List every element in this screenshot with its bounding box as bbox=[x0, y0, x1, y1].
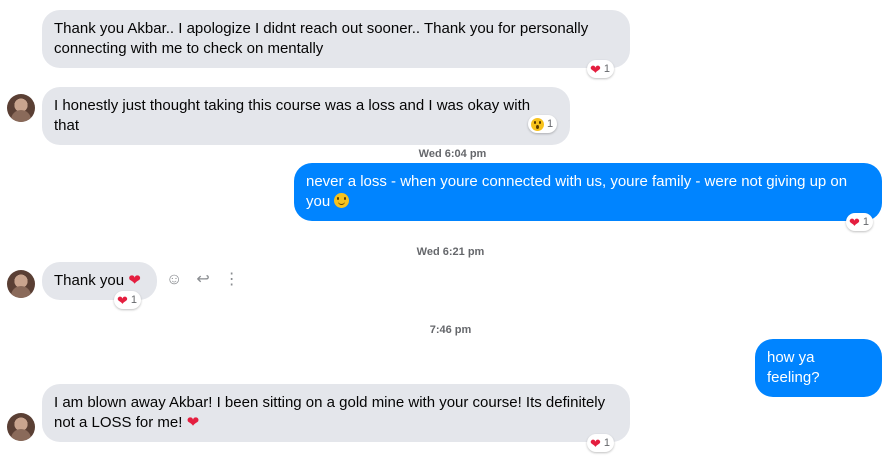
more-options-icon[interactable]: ⋮ bbox=[224, 272, 240, 288]
message-text: Thank you bbox=[54, 272, 125, 289]
smile-emoji-icon bbox=[334, 193, 350, 208]
message-actions: ☺ ↩ ⋮ bbox=[166, 272, 240, 288]
avatar[interactable] bbox=[7, 270, 35, 298]
reaction-badge[interactable]: 1 bbox=[528, 115, 558, 133]
reaction-badge[interactable]: ❤ 1 bbox=[846, 213, 874, 231]
heart-icon: ❤ bbox=[128, 272, 141, 289]
reaction-badge[interactable]: ❤ 1 bbox=[587, 434, 615, 452]
heart-icon: ❤ bbox=[849, 214, 860, 230]
incoming-message[interactable]: I honestly just thought taking this cour… bbox=[42, 87, 570, 145]
message-text: Thank you Akbar.. I apologize I didnt re… bbox=[54, 20, 589, 57]
reaction-count: 1 bbox=[547, 118, 554, 130]
avatar[interactable] bbox=[7, 94, 35, 122]
incoming-message[interactable]: Thank you Akbar.. I apologize I didnt re… bbox=[42, 10, 630, 68]
heart-icon: ❤ bbox=[186, 414, 200, 431]
wow-icon bbox=[531, 117, 544, 131]
reaction-badge[interactable]: ❤ 1 bbox=[587, 60, 615, 78]
heart-icon: ❤ bbox=[117, 292, 128, 308]
heart-icon: ❤ bbox=[590, 435, 601, 451]
outgoing-message[interactable]: how ya feeling? bbox=[755, 339, 882, 397]
message-timestamp: Wed 6:21 pm bbox=[416, 246, 485, 258]
outgoing-message[interactable]: never a loss - when youre connected with… bbox=[294, 163, 882, 221]
reaction-badge[interactable]: ❤ 1 bbox=[114, 291, 142, 309]
avatar[interactable] bbox=[7, 413, 35, 441]
reaction-count: 1 bbox=[603, 63, 611, 75]
message-text: I honestly just thought taking this cour… bbox=[54, 97, 531, 134]
message-text: I am blown away Akbar! I been sitting on… bbox=[54, 394, 606, 431]
message-timestamp: Wed 6:04 pm bbox=[418, 148, 487, 160]
react-icon[interactable]: ☺ bbox=[166, 272, 182, 288]
reaction-count: 1 bbox=[862, 216, 870, 228]
reaction-count: 1 bbox=[130, 294, 138, 306]
incoming-message[interactable]: I am blown away Akbar! I been sitting on… bbox=[42, 384, 630, 442]
reply-icon[interactable]: ↩ bbox=[196, 272, 209, 288]
heart-icon: ❤ bbox=[590, 61, 601, 77]
message-text: never a loss - when youre connected with… bbox=[306, 173, 848, 210]
reaction-count: 1 bbox=[603, 437, 611, 449]
message-timestamp: 7:46 pm bbox=[429, 324, 472, 336]
incoming-message[interactable]: Thank you ❤ bbox=[42, 262, 157, 300]
message-text: how ya feeling? bbox=[767, 349, 820, 386]
